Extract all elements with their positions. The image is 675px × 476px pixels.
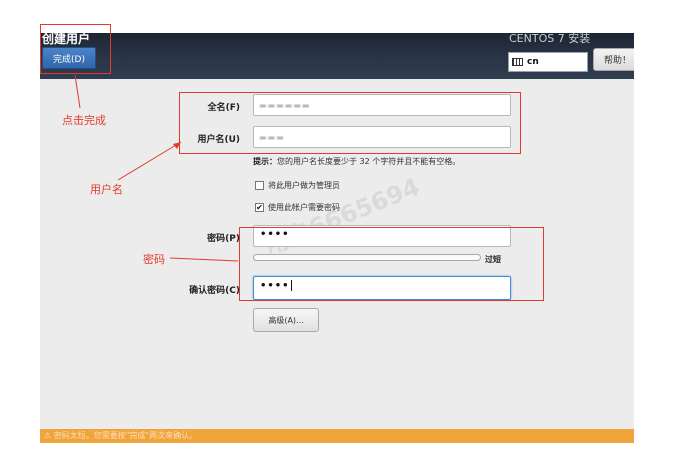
annotation-username: 用户名: [90, 183, 123, 196]
annotation-password: 密码: [143, 253, 165, 266]
annotation-lines: [74, 74, 239, 262]
annotation-click-done: 点击完成: [62, 114, 106, 127]
